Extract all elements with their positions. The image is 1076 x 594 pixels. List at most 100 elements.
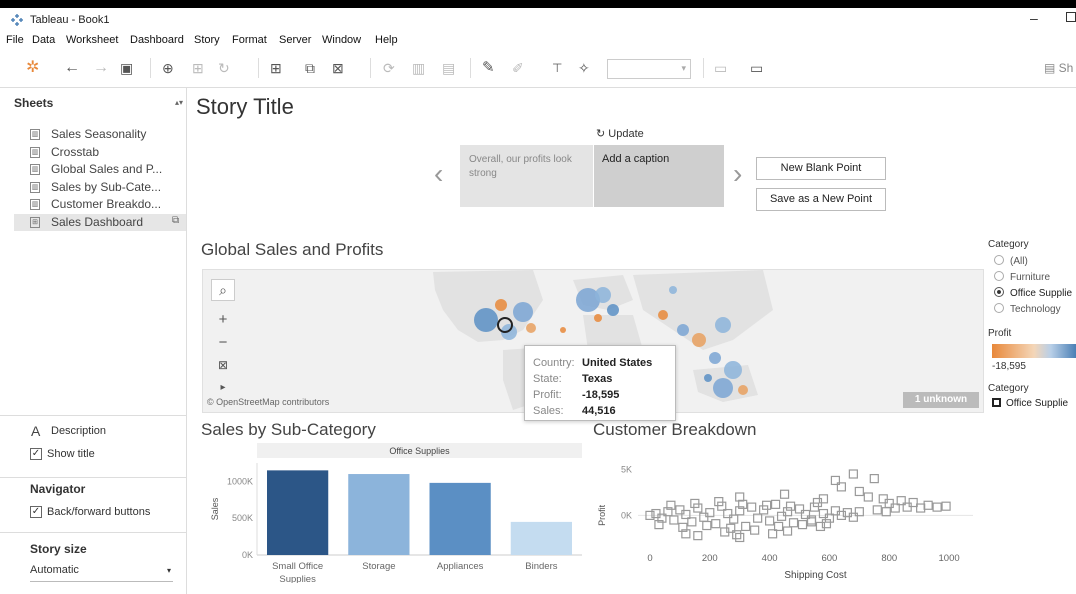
radio-icon [994,303,1004,313]
category-option-furniture[interactable]: Furniture [994,271,1076,283]
menu-server[interactable]: Server [279,34,311,46]
sheet-item-crosstab[interactable]: ▥ Crosstab [14,144,184,161]
new-blank-point-button[interactable]: New Blank Point [756,157,886,180]
zoom-out-icon[interactable]: − [211,334,235,351]
sheet-label: Crosstab [51,145,100,159]
menu-story[interactable]: Story [194,34,220,46]
sales-by-subcategory-chart[interactable]: Office Supplies 0K 500K 1000K Sales Small Off… [202,443,584,585]
save-as-new-point-button[interactable]: Save as a New Point [756,188,886,211]
fit-dropdown[interactable]: ▾ [607,59,691,79]
story-point-previous[interactable]: Overall, our profits look strong [460,145,593,207]
sheet-label: Sales Seasonality [51,127,147,141]
map-point [526,323,536,333]
bar-1 [348,474,410,555]
profit-legend-title: Profit [988,328,1012,339]
show-cards-icon[interactable]: ▭ [714,59,727,77]
description-label[interactable]: Description [51,425,106,437]
bar-0 [267,470,329,555]
category-option-technology[interactable]: Technology [994,303,1076,315]
highlight-icon[interactable]: ✎ [482,59,495,77]
menu-window[interactable]: Window [322,34,361,46]
zoom-in-icon[interactable]: + [211,311,235,328]
map-point [738,385,748,395]
show-me-button[interactable]: ▤ Sh [1044,59,1073,77]
map-attribution[interactable]: © OpenStreetMap contributors [207,397,329,407]
minimize-button[interactable]: – [1030,10,1038,26]
presentation-mode-icon[interactable]: ▭ [750,59,763,77]
swap-icon[interactable]: ⟳ [383,59,395,77]
scatter-point [669,515,679,525]
navigator-section: Navigator ✓ Back/forward buttons [0,477,187,532]
sheet-item-customer-breakdown[interactable]: ▥ Customer Breakdo... [14,196,184,213]
new-worksheet-icon[interactable]: ⊞ [270,59,282,77]
legend-item-label: Office Supplie [1006,398,1069,409]
duplicate-icon[interactable]: ⧉ [305,59,315,77]
show-title-checkbox[interactable]: ✓ [30,448,42,460]
scatter-point [735,532,745,543]
category-legend-item[interactable]: Office Supplie [992,398,1076,409]
scatter-point [854,486,864,497]
bar-3 [510,521,572,555]
scatter-point [729,514,739,524]
scatter-point [765,516,775,526]
menu-dashboard[interactable]: Dashboard [130,34,184,46]
scatter-point [818,508,829,519]
sheet-item-sales-seasonality[interactable]: ▥ Sales Seasonality [14,126,184,143]
new-datasource-icon[interactable]: ⊕ [162,59,174,77]
story-title[interactable]: Story Title [196,94,294,120]
previous-point-arrow-icon[interactable]: ‹ [434,158,443,190]
map-point [594,314,602,322]
menu-file[interactable]: File [6,34,24,46]
tableau-home-icon[interactable]: ✲ [26,59,39,77]
menu-worksheet[interactable]: Worksheet [66,34,118,46]
story-point-current[interactable]: Add a caption [594,145,724,207]
toolbar-separator [470,58,471,78]
redo-icon[interactable]: → [93,59,109,77]
category-option-office-supplies[interactable]: Office Supplie [994,287,1076,299]
radio-icon [994,271,1004,281]
bar-x-tick-label: Binders [525,561,557,572]
pause-updates-icon[interactable]: ⊞ [192,59,204,77]
group-icon[interactable]: ✐ [512,59,524,77]
map-point [704,374,712,382]
sheet-item-sales-by-subcategory[interactable]: ▥ Sales by Sub-Cate... [14,179,184,196]
category-filter-title: Category [988,239,1029,250]
pin-icon[interactable]: ✧ [578,59,590,77]
story-size-dropdown[interactable]: Automatic ▾ [30,564,173,582]
sheets-menu-icon[interactable]: ▴▾ [175,98,183,107]
refresh-icon[interactable]: ↻ [218,59,230,77]
undo-icon[interactable]: ← [64,59,80,77]
unknown-badge[interactable]: 1 unknown [903,392,979,408]
scatter-point [651,508,661,519]
menu-help[interactable]: Help [375,34,398,46]
scatter-point [770,499,781,509]
sheet-item-sales-dashboard[interactable]: ⊞ Sales Dashboard ⧉ [14,214,186,231]
sheet-item-global-sales[interactable]: ▥ Global Sales and P... [14,161,184,178]
toolbar: ✲ ← → ▣ ⊕ ⊞ ↻ ⊞ ⧉ ⊠ ⟳ ▥ ▤ ✎ ✐ ⊤ ✧ ▾ ▭ ▭ … [0,50,1076,88]
reset-map-icon[interactable]: ⊠ [211,358,235,372]
update-icon: ↻ [596,128,606,140]
clear-sheet-icon[interactable]: ⊠ [332,59,344,77]
labels-icon[interactable]: ⊤ [552,59,562,77]
save-icon[interactable]: ▣ [120,59,133,77]
worksheet-icon: ▥ [30,129,40,140]
maximize-button[interactable] [1066,12,1076,22]
customer-breakdown-chart[interactable]: 5K 0K Profit 0 200 400 600 800 1000 Shipping Cost [593,443,993,588]
map-point [495,299,507,311]
map-point [677,324,689,336]
map-search-icon[interactable]: ⌕ [211,279,235,301]
menu-format[interactable]: Format [232,34,267,46]
next-point-arrow-icon[interactable]: › [733,158,742,190]
category-option-all[interactable]: (All) [994,255,1076,267]
square-shape-icon [992,398,1001,407]
sort-descending-icon[interactable]: ▤ [442,59,455,77]
go-to-sheet-icon[interactable]: ⧉ [172,215,179,226]
chevron-down-icon: ▾ [681,63,686,73]
scatter-x-axis-label: Shipping Cost [784,570,846,581]
expand-toolbar-icon[interactable]: ▸ [211,382,235,393]
update-button[interactable]: ↻ Update [596,127,644,140]
bar-chart-svg: Office Supplies 0K 500K 1000K Sales Small Off… [210,443,582,585]
back-forward-checkbox[interactable]: ✓ [30,506,42,518]
sort-ascending-icon[interactable]: ▥ [412,59,425,77]
menu-data[interactable]: Data [32,34,55,46]
